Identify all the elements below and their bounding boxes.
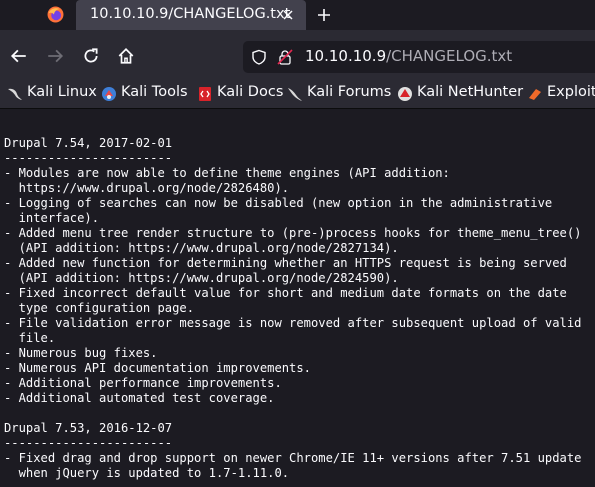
kali-docs-icon <box>199 87 211 101</box>
kali-dragon-icon <box>8 88 22 100</box>
close-tab-icon[interactable] <box>280 7 296 23</box>
tab-changelog[interactable]: 10.10.10.9/CHANGELOG.txt <box>76 0 306 30</box>
changelog-text: Drupal 7.54, 2017-02-01 ----------------… <box>4 136 581 481</box>
changelog-line: (API addition: https://www.drupal.org/no… <box>4 241 399 255</box>
changelog-line: type configuration page. <box>4 301 195 315</box>
changelog-line: - Fixed incorrect default value for shor… <box>4 286 567 300</box>
changelog-line: - Added menu tree render structure to (p… <box>4 226 582 240</box>
changelog-line: - Additional performance improvements. <box>4 376 282 390</box>
tab-strip: 10.10.10.9/CHANGELOG.txt <box>0 0 595 30</box>
bookmark-label: Exploit- <box>547 84 595 100</box>
bookmarks-toolbar: Kali Linux Kali Tools Kali Docs Kali For… <box>0 82 595 109</box>
page-content: Drupal 7.54, 2017-02-01 ----------------… <box>0 109 595 487</box>
changelog-line: file. <box>4 331 56 345</box>
changelog-line: Drupal 7.53, 2016-12-07 <box>4 421 173 435</box>
changelog-line: (API addition: https://www.drupal.org/no… <box>4 271 399 285</box>
nethunter-icon <box>398 87 412 101</box>
kali-tools-icon <box>102 87 116 101</box>
changelog-line: ----------------------- <box>4 436 173 450</box>
changelog-line: ----------------------- <box>4 151 173 165</box>
bookmark-label: Kali Forums <box>307 84 392 100</box>
changelog-line: - Added new function for determining whe… <box>4 256 567 270</box>
url-host: 10.10.10.9 <box>305 47 387 65</box>
changelog-line: https://www.drupal.org/node/2826480). <box>4 181 290 195</box>
address-bar[interactable]: 10.10.10.9/CHANGELOG.txt <box>243 41 595 73</box>
changelog-line: - Additional automated test coverage. <box>4 391 275 405</box>
tab-title: 10.10.10.9/CHANGELOG.txt <box>90 6 291 22</box>
url-text[interactable]: 10.10.10.9/CHANGELOG.txt <box>305 47 512 65</box>
changelog-line: when jQuery is updated to 1.7-1.11.0. <box>4 466 290 480</box>
bookmark-label: Kali Docs <box>217 84 284 100</box>
kali-forums-icon <box>288 88 302 101</box>
exploit-db-icon <box>529 89 541 100</box>
changelog-line: - Logging of searches can now be disable… <box>4 196 553 210</box>
url-path: /CHANGELOG.txt <box>386 47 513 65</box>
changelog-line: interface). <box>4 211 100 225</box>
forward-arrow-icon[interactable] <box>46 47 64 65</box>
new-tab-icon[interactable] <box>316 7 332 23</box>
changelog-line: - Fixed drag and drop support on newer C… <box>4 451 582 465</box>
tracking-protection-shield-icon[interactable] <box>251 49 267 65</box>
home-icon[interactable] <box>117 47 135 65</box>
changelog-line: - Numerous bug fixes. <box>4 346 158 360</box>
changelog-line: - File validation error message is now r… <box>4 316 582 330</box>
changelog-line: - Numerous API documentation improvement… <box>4 361 311 375</box>
insecure-lock-icon[interactable] <box>277 49 293 65</box>
firefox-logo-icon <box>47 6 64 23</box>
changelog-line: Drupal 7.54, 2017-02-01 <box>4 136 173 150</box>
bookmark-label: Kali Linux <box>27 84 97 100</box>
bookmark-label: Kali Tools <box>121 84 188 100</box>
reload-icon[interactable] <box>82 47 100 65</box>
back-arrow-icon[interactable] <box>10 47 28 65</box>
changelog-line: - Modules are now able to define theme e… <box>4 166 450 180</box>
bookmark-label: Kali NetHunter <box>417 84 524 100</box>
